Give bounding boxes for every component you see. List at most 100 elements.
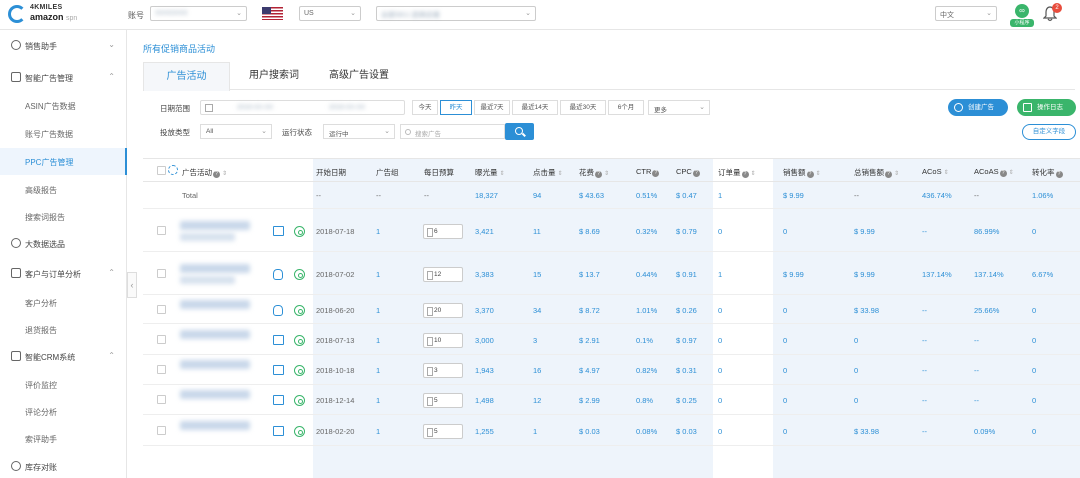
row-checkbox[interactable] xyxy=(157,426,166,435)
header-impressions[interactable]: 曝光量 ⇕ xyxy=(475,167,505,178)
sidebar-item-asin-ads[interactable]: ASIN广告数据 xyxy=(0,92,127,119)
header-sales[interactable]: 销售额? ⇕ xyxy=(783,167,821,178)
monitor-icon[interactable] xyxy=(273,226,284,236)
monitor-icon[interactable] xyxy=(273,365,284,375)
campaign-name-blurred[interactable] xyxy=(180,300,250,309)
target-status-icon[interactable] xyxy=(294,305,305,316)
sidebar-item-customer-analysis[interactable]: 客户分析 xyxy=(0,289,127,316)
sidebar-collapse-button[interactable]: ‹ xyxy=(127,272,137,298)
monitor-icon[interactable] xyxy=(273,335,284,345)
header-total-sales[interactable]: 总销售额? ⇕ xyxy=(854,167,899,178)
table-row[interactable]: 12 2018-07-02 1 3,383 15 $ 13.7 0.44% $ 0.91 1 $ … xyxy=(143,252,1080,295)
range-yesterday-button[interactable]: 昨天 xyxy=(440,100,472,115)
tab-advanced-settings[interactable]: 高级广告设置 xyxy=(318,62,400,90)
sidebar-group-crm[interactable]: 智能CRM系统 ⌃ xyxy=(0,343,127,370)
sidebar-item-account-ads[interactable]: 账号广告数据 xyxy=(0,120,127,147)
brand-logo[interactable]: 4KMILES amazon spn xyxy=(8,4,88,26)
table-row[interactable]: 20 2018-06-20 1 3,370 34 $ 8.72 1.01% $ 0.26 0 0 $… xyxy=(143,295,1080,324)
tab-campaigns[interactable]: 广告活动 xyxy=(143,62,230,91)
campaign-name-blurred[interactable] xyxy=(180,360,250,369)
account-select[interactable]: XXXXXXX ⌄ xyxy=(150,6,247,21)
more-range-select[interactable]: 更多 ⌄ xyxy=(648,100,710,115)
budget-input[interactable]: 12 xyxy=(423,267,463,282)
row-checkbox[interactable] xyxy=(157,226,166,235)
header-ctr[interactable]: CTR? xyxy=(636,167,660,177)
header-orders[interactable]: 订单量? ⇕ xyxy=(718,167,756,178)
budget-input[interactable]: 6 xyxy=(423,224,463,239)
campaign-name-blurred[interactable] xyxy=(180,390,250,399)
target-status-icon[interactable] xyxy=(294,269,305,280)
budget-input[interactable]: 10 xyxy=(423,333,463,348)
campaign-name-blurred[interactable] xyxy=(180,264,250,273)
target-status-icon[interactable] xyxy=(294,335,305,346)
budget-input[interactable]: 5 xyxy=(423,424,463,439)
campaign-name-blurred[interactable] xyxy=(180,221,250,230)
row-checkbox[interactable] xyxy=(157,335,166,344)
budget-input[interactable]: 3 xyxy=(423,363,463,378)
cell-sales: 0 xyxy=(783,336,788,345)
row-checkbox[interactable] xyxy=(157,395,166,404)
sidebar-group-sales[interactable]: 销售助手 ⌄ xyxy=(0,32,127,59)
range-14days-button[interactable]: 最近14天 xyxy=(512,100,558,115)
operation-log-button[interactable]: 操作日志 xyxy=(1017,99,1076,116)
create-ad-button[interactable]: 创建广告 xyxy=(948,99,1008,116)
search-button[interactable] xyxy=(505,123,534,140)
header-cpc[interactable]: CPC? xyxy=(676,167,700,177)
table-row[interactable]: 10 2018-07-13 1 3,000 3 $ 2.91 0.1% $ 0.97 0 0 0 --… xyxy=(143,324,1080,355)
table-row[interactable]: 6 2018-07-18 1 3,421 11 $ 8.69 0.32% $ 0.79 0 0 $ … xyxy=(143,209,1080,252)
sidebar-item-returns[interactable]: 退货报告 xyxy=(0,316,127,343)
custom-fields-button[interactable]: 自定义字段 xyxy=(1022,124,1076,140)
header-clicks[interactable]: 点击量 ⇕ xyxy=(533,167,563,178)
sidebar-group-customer[interactable]: 客户与订单分析 ⌃ xyxy=(0,260,127,287)
status-select[interactable]: 运行中 ⌄ xyxy=(323,124,395,139)
sidebar-item-review-analysis[interactable]: 评论分析 xyxy=(0,398,127,425)
row-checkbox[interactable] xyxy=(157,365,166,374)
header-acos[interactable]: ACoS ⇕ xyxy=(922,167,949,176)
sidebar-item-search-report[interactable]: 搜索词报告 xyxy=(0,203,127,230)
target-status-icon[interactable] xyxy=(294,395,305,406)
header-spend[interactable]: 花费? ⇕ xyxy=(579,167,609,178)
hand-icon[interactable] xyxy=(273,269,283,280)
tab-search-terms[interactable]: 用户搜索词 xyxy=(230,62,318,90)
sidebar-item-review-monitor[interactable]: 评价监控 xyxy=(0,371,127,398)
row-checkbox[interactable] xyxy=(157,269,166,278)
table-row[interactable]: 5 2018-02-20 1 1,255 1 $ 0.03 0.08% $ 0.03 0 0 $ 3… xyxy=(143,415,1080,446)
monitor-icon[interactable] xyxy=(273,395,284,405)
date-range-picker[interactable]: 2019-XX-XX 2019-XX-XX xyxy=(200,100,405,115)
header-campaign[interactable]: 广告活动? ⇕ xyxy=(182,167,227,178)
budget-input[interactable]: 5 xyxy=(423,393,463,408)
search-input[interactable]: 搜索广告 xyxy=(400,124,505,139)
sidebar-group-inventory[interactable]: 库存对账 xyxy=(0,453,127,478)
header-acoas[interactable]: ACoAS? ⇕ xyxy=(974,167,1014,177)
sidebar-item-review-request[interactable]: 索评助手 xyxy=(0,425,127,452)
sidebar-group-bigdata[interactable]: 大数据选品 xyxy=(0,230,127,257)
store-select[interactable]: 全部SKU 选择店铺 ⌄ xyxy=(376,6,536,21)
notification-button[interactable]: 2 xyxy=(1042,3,1062,24)
sidebar-item-ppc[interactable]: PPC广告管理 xyxy=(0,148,127,175)
campaign-name-blurred[interactable] xyxy=(180,330,250,339)
language-select[interactable]: 中文 ⌄ xyxy=(935,6,997,21)
target-status-icon[interactable] xyxy=(294,226,305,237)
sidebar-group-ads[interactable]: 智能广告管理 ⌃ xyxy=(0,64,127,91)
budget-input[interactable]: 20 xyxy=(423,303,463,318)
target-status-icon[interactable] xyxy=(294,365,305,376)
sidebar-item-advanced-report[interactable]: 高级报告 xyxy=(0,176,127,203)
table-row[interactable]: 5 2018-12-14 1 1,498 12 $ 2.99 0.8% $ 0.25 0 0 0 --… xyxy=(143,385,1080,415)
range-today-button[interactable]: 今天 xyxy=(412,100,438,115)
range-7days-button[interactable]: 最近7天 xyxy=(474,100,510,115)
row-checkbox[interactable] xyxy=(157,305,166,314)
campaign-name-blurred[interactable] xyxy=(180,421,250,430)
target-status-icon[interactable] xyxy=(294,426,305,437)
monitor-icon[interactable] xyxy=(273,426,284,436)
range-30days-button[interactable]: 最近30天 xyxy=(560,100,606,115)
breadcrumb[interactable]: 所有促销商品活动 xyxy=(143,42,215,55)
settings-gear-icon[interactable] xyxy=(168,165,178,175)
hand-icon[interactable] xyxy=(273,305,283,316)
type-select[interactable]: All ⌄ xyxy=(200,124,272,139)
mini-program-button[interactable]: ∞ 小程序 xyxy=(1010,3,1034,27)
range-6months-button[interactable]: 6个月 xyxy=(608,100,644,115)
table-row[interactable]: 3 2018-10-18 1 1,943 16 $ 4.97 0.82% $ 0.31 0 0 0 -… xyxy=(143,355,1080,385)
header-cvr[interactable]: 转化率? xyxy=(1032,167,1063,178)
marketplace-select[interactable]: US ⌄ xyxy=(299,6,361,21)
select-all-checkbox[interactable] xyxy=(157,166,166,175)
